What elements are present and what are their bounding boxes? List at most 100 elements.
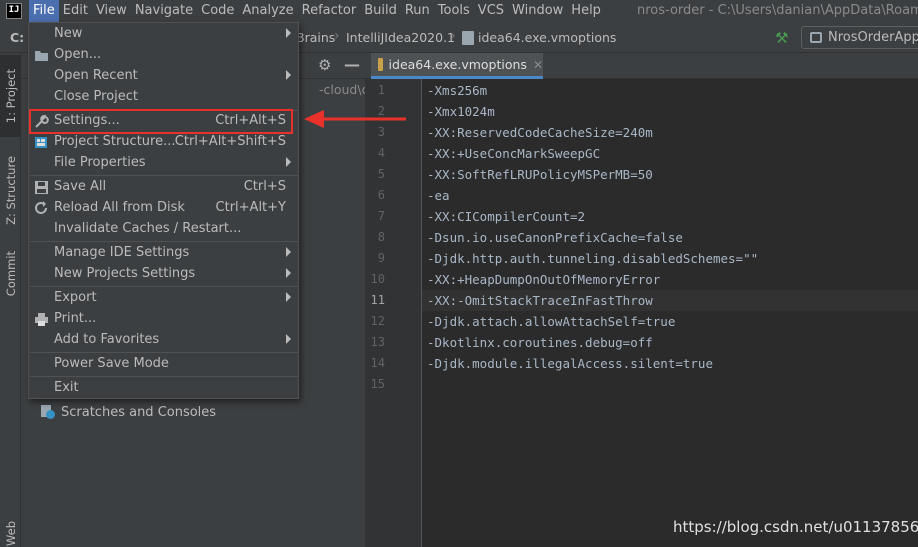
- code-line[interactable]: -XX:SoftRefLRUPolicyMSPerMB=50: [427, 164, 653, 185]
- line-number: 12: [370, 314, 385, 328]
- code-line[interactable]: -XX:ReservedCodeCacheSize=240m: [427, 122, 653, 143]
- menu-item-manage-ide-settings[interactable]: Manage IDE Settings: [30, 243, 298, 264]
- run-configuration-select[interactable]: NrosOrderAppl: [801, 26, 918, 49]
- menu-item-exit[interactable]: Exit: [30, 378, 298, 399]
- menu-item-print[interactable]: Print...: [30, 309, 298, 330]
- build-hammer-icon[interactable]: ⚒: [775, 29, 788, 47]
- annotation-arrow-icon: [304, 110, 406, 128]
- menu-build[interactable]: Build: [360, 0, 401, 22]
- code-line[interactable]: -Xms256m: [427, 80, 487, 101]
- window-title: nros-order - C:\Users\danian\AppData\Roa…: [637, 3, 918, 18]
- breadcrumb-drive[interactable]: C:: [10, 30, 24, 45]
- line-number: 9: [377, 251, 385, 265]
- code-line[interactable]: -Djdk.attach.allowAttachSelf=true: [427, 311, 675, 332]
- menu-refactor[interactable]: Refactor: [298, 0, 361, 22]
- save-icon: [34, 180, 49, 195]
- menu-navigate[interactable]: Navigate: [131, 0, 197, 22]
- run-config-label: NrosOrderAppl: [828, 30, 918, 45]
- code-line[interactable]: -Djdk.http.auth.tunneling.disabledScheme…: [427, 248, 758, 269]
- breadcrumb-separator: ›: [450, 28, 456, 44]
- menu-vcs[interactable]: VCS: [474, 0, 508, 22]
- submenu-arrow-icon: [286, 334, 291, 344]
- menu-item-open-recent[interactable]: Open Recent: [30, 66, 298, 87]
- close-icon[interactable]: ✕: [533, 58, 543, 72]
- menu-window[interactable]: Window: [508, 0, 567, 22]
- menu-item-label: Save All: [54, 179, 107, 194]
- tool-window-commit-label: Commit: [3, 251, 18, 297]
- code-line[interactable]: -Dkotlinx.coroutines.debug=off: [427, 332, 653, 353]
- line-number: 1: [377, 83, 385, 97]
- menu-tools[interactable]: Tools: [434, 0, 474, 22]
- menu-item-label: Exit: [54, 380, 79, 395]
- watermark: https://blog.csdn.net/u011378567: [673, 518, 918, 536]
- scratches-tree-item[interactable]: Scratches and Consoles: [41, 402, 216, 422]
- code-line[interactable]: -XX:CICompilerCount=2: [427, 206, 585, 227]
- menu-item-label: Open...: [54, 47, 102, 62]
- line-number: 13: [370, 335, 385, 349]
- menu-item-label: Open Recent: [54, 68, 138, 83]
- menu-item-invalidate-caches[interactable]: Invalidate Caches / Restart...: [30, 219, 298, 240]
- menu-item-label: Add to Favorites: [54, 332, 160, 347]
- code-line[interactable]: -XX:+HeapDumpOnOutOfMemoryError: [427, 269, 660, 290]
- line-number: 10: [370, 272, 385, 286]
- tool-window-web[interactable]: Web: [0, 521, 21, 547]
- code-line[interactable]: -ea: [427, 185, 450, 206]
- menu-item-new[interactable]: New: [30, 24, 298, 45]
- line-number: 8: [377, 230, 385, 244]
- menu-edit[interactable]: Edit: [59, 0, 92, 22]
- menu-bar: IJ File Edit View Navigate Code Analyze …: [0, 0, 918, 22]
- menu-item-export[interactable]: Export: [30, 288, 298, 309]
- hide-panel-icon[interactable]: —: [344, 55, 360, 74]
- menu-help[interactable]: Help: [567, 0, 605, 22]
- editor-tab-label: idea64.exe.vmoptions: [388, 57, 527, 72]
- menu-item-save-all[interactable]: Save All Ctrl+S: [30, 177, 298, 198]
- line-number: 11: [370, 293, 385, 307]
- menu-item-label: Export: [54, 290, 97, 305]
- code-line[interactable]: -Xmx1024m: [427, 101, 495, 122]
- project-structure-icon: [34, 135, 49, 150]
- menu-item-close-project[interactable]: Close Project: [30, 87, 298, 108]
- menu-separator: [30, 241, 298, 242]
- menu-item-label: Close Project: [54, 89, 139, 104]
- menu-item-new-projects-settings[interactable]: New Projects Settings: [30, 264, 298, 285]
- menu-code[interactable]: Code: [197, 0, 238, 22]
- project-root-path[interactable]: -cloud\orde: [319, 82, 365, 97]
- breadcrumb-file[interactable]: idea64.exe.vmoptions: [478, 30, 616, 45]
- menu-item-power-save-mode[interactable]: Power Save Mode: [30, 354, 298, 375]
- file-menu-dropdown: New Open... Open Recent Close Project Se…: [28, 22, 299, 399]
- editor-tab-vmoptions[interactable]: idea64.exe.vmoptions ✕: [371, 53, 543, 79]
- tool-window-structure[interactable]: Z: Structure: [0, 145, 21, 235]
- tool-window-commit[interactable]: Commit: [0, 243, 21, 305]
- menu-item-label: Print...: [54, 311, 97, 326]
- menu-item-add-to-favorites[interactable]: Add to Favorites: [30, 330, 298, 351]
- menu-analyze[interactable]: Analyze: [238, 0, 297, 22]
- folder-icon: [34, 48, 49, 63]
- menu-file[interactable]: File: [29, 0, 59, 22]
- menu-view[interactable]: View: [92, 0, 131, 22]
- menu-item-reload[interactable]: Reload All from Disk Ctrl+Alt+Y: [30, 198, 298, 219]
- breadcrumb-jetbrains[interactable]: Brains: [296, 30, 335, 45]
- code-line[interactable]: -Dsun.io.useCanonPrefixCache=false: [427, 227, 683, 248]
- menu-run[interactable]: Run: [401, 0, 434, 22]
- menu-item-label: Manage IDE Settings: [54, 245, 190, 260]
- menu-separator: [30, 286, 298, 287]
- tool-window-web-label: Web: [3, 521, 18, 547]
- submenu-arrow-icon: [286, 292, 291, 302]
- tool-window-structure-label: Z: Structure: [3, 155, 18, 225]
- menu-item-file-properties[interactable]: File Properties: [30, 153, 298, 174]
- line-number: 6: [377, 188, 385, 202]
- submenu-arrow-icon: [286, 247, 291, 257]
- code-line[interactable]: -Djdk.module.illegalAccess.silent=true: [427, 353, 713, 374]
- code-line[interactable]: -XX:-OmitStackTraceInFastThrow: [427, 290, 653, 311]
- menu-item-project-structure[interactable]: Project Structure... Ctrl+Alt+Shift+S: [30, 132, 298, 153]
- printer-icon: [34, 312, 49, 327]
- gear-icon[interactable]: ⚙: [318, 56, 331, 74]
- refresh-icon: [34, 201, 49, 216]
- breadcrumb-intellij[interactable]: IntelliJIdea2020.1: [346, 30, 455, 45]
- menu-item-open[interactable]: Open...: [30, 45, 298, 66]
- file-icon: [462, 31, 474, 45]
- line-number: 15: [370, 377, 385, 391]
- tool-window-project[interactable]: 1: Project: [0, 55, 21, 137]
- code-line[interactable]: -XX:+UseConcMarkSweepGC: [427, 143, 600, 164]
- left-tool-stripe: 1: Project Z: Structure Commit Web: [0, 53, 21, 547]
